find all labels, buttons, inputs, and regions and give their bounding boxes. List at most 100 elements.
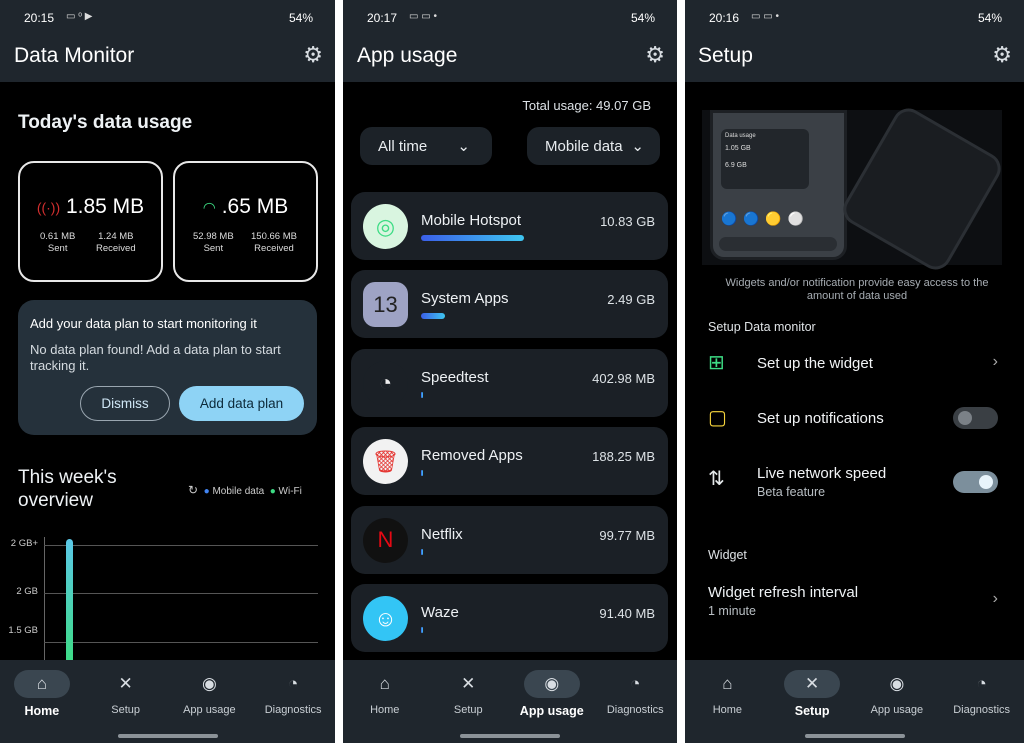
legend-mobile: Mobile data: [212, 486, 265, 497]
status-time: 20:15: [24, 11, 55, 25]
status-icons: ▭ ▭ •: [751, 11, 779, 22]
mobile-sent: 0.61 MB: [40, 231, 76, 242]
nav-home[interactable]: ⌂ Home: [0, 660, 84, 718]
mobile-usage-card[interactable]: ((·)) 1.85 MB 0.61 MB Sent 1.24 MB Receive…: [18, 161, 163, 282]
nav-app-usage[interactable]: ◉ App usage: [167, 660, 251, 716]
received-label: Received: [96, 243, 136, 254]
sent-label: Sent: [203, 243, 224, 254]
battery-level: 54%: [977, 11, 1002, 25]
gear-icon[interactable]: ⚙: [992, 42, 1012, 68]
app-icon: ◔: [363, 360, 408, 406]
app-usage-screen: 20:17 ▭ ▭ • 54% App usage ⚙ Total usage:…: [343, 0, 677, 743]
android-icon: ◉: [889, 674, 905, 693]
gridline: [44, 545, 318, 546]
live-speed-row[interactable]: ⇅ Live network speed Beta feature: [708, 462, 1004, 502]
widget-preview-image: Data usage 1.05 GB 6.9 GB 🔵🔵🟡⚪: [702, 102, 1007, 276]
nav-home[interactable]: ⌂ Home: [685, 660, 769, 716]
status-icons: ▭ ᵒ ▶: [66, 11, 93, 22]
chart-legend: ↻ ● Mobile data ● Wi-Fi: [188, 483, 302, 497]
nav-setup[interactable]: ✕ Setup: [770, 660, 854, 718]
wifi-usage-card[interactable]: ◠ .65 MB 52.98 MB Sent 150.66 MB Received: [173, 161, 318, 282]
status-icons: ▭ ▭ •: [409, 11, 437, 22]
app-usage-value: 99.77 MB: [599, 527, 655, 543]
setup-widget-row[interactable]: ⊞ Set up the widget ›: [708, 350, 1004, 378]
nav-setup[interactable]: ✕ Setup: [426, 660, 510, 716]
app-item[interactable]: 🗑 Removed Apps 188.25 MB: [351, 427, 668, 496]
setup-notifications-row[interactable]: ▢ Set up notifications: [708, 405, 1004, 433]
app-item[interactable]: N Netflix 99.77 MB: [351, 505, 668, 574]
preview-title: Data usage: [725, 133, 756, 139]
gear-icon[interactable]: ⚙: [645, 42, 665, 68]
app-item[interactable]: 13 System Apps 2.49 GB: [351, 270, 668, 339]
bottom-nav: ⌂ Home ✕ Setup ◉ App usage ◔ Diagnostics: [0, 660, 335, 743]
y-tick-label: 2 GB+: [10, 538, 38, 549]
app-item[interactable]: ☺ Waze 91.40 MB: [351, 584, 668, 652]
sent-label: Sent: [47, 243, 68, 254]
type-value: Mobile data: [545, 137, 623, 155]
gesture-handle: [460, 734, 560, 738]
status-time: 20:16: [709, 11, 740, 25]
speedometer-icon: ◔: [976, 674, 987, 693]
nav-label: App usage: [183, 704, 236, 716]
refresh-value: 1 minute: [708, 604, 756, 618]
page-title: Setup: [698, 44, 753, 67]
app-bar: 20:15 ▭ ᵒ ▶ 54% Data Monitor ⚙: [0, 0, 335, 82]
gesture-handle: [117, 734, 218, 738]
app-bar: 20:16 ▭ ▭ • 54% Setup ⚙: [685, 0, 1024, 82]
wifi-sent: 52.98 MB: [193, 231, 234, 242]
chevron-down-icon: ⌄: [457, 138, 470, 155]
nav-label: Diagnostics: [953, 704, 1011, 716]
preview-mobile: 1.05 GB: [725, 145, 751, 152]
period-dropdown[interactable]: All time ⌄: [360, 127, 492, 165]
home-icon: ⌂: [722, 674, 733, 693]
nav-label: Diagnostics: [264, 704, 322, 716]
mobile-total: 1.85 MB: [65, 195, 145, 218]
week-title: This week's overview: [18, 467, 117, 511]
nav-label: Home: [712, 704, 743, 716]
gesture-handle: [804, 734, 905, 738]
legend-wifi: Wi-Fi: [278, 486, 302, 497]
gridline: [44, 642, 318, 643]
notifications-label: Set up notifications: [757, 410, 884, 427]
battery-level: 54%: [630, 11, 655, 25]
app-usage-value: 91.40 MB: [599, 606, 655, 621]
nav-app-usage[interactable]: ◉ App usage: [855, 660, 939, 716]
add-data-plan-button[interactable]: Add data plan: [179, 386, 304, 421]
nav-label: App usage: [519, 704, 584, 718]
data-type-dropdown[interactable]: Mobile data ⌄: [527, 127, 660, 165]
dismiss-button[interactable]: Dismiss: [80, 386, 170, 421]
notifications-toggle[interactable]: [953, 407, 998, 429]
app-item[interactable]: ◔ Speedtest 402.98 MB: [351, 348, 668, 417]
app-item[interactable]: ◎ Mobile Hotspot 10.83 GB: [351, 192, 668, 260]
refresh-label: Widget refresh interval: [708, 584, 859, 601]
nav-diagnostics[interactable]: ◔ Diagnostics: [251, 660, 335, 716]
widgets-icon: ⊞: [708, 352, 725, 374]
nav-label: Home: [24, 704, 60, 718]
refresh-icon[interactable]: ↻: [188, 483, 198, 497]
y-tick-label: 2 GB: [16, 586, 38, 597]
gridline: [44, 593, 318, 594]
chevron-right-icon: ›: [992, 590, 998, 607]
today-title: Today's data usage: [18, 112, 193, 133]
live-speed-sub: Beta feature: [757, 485, 826, 499]
app-icon: N: [363, 517, 408, 563]
status-time: 20:17: [367, 11, 398, 25]
antenna-icon: ((·)): [36, 199, 61, 216]
notification-icon: ▢: [708, 407, 727, 429]
gear-icon[interactable]: ⚙: [303, 42, 323, 68]
app-icon: ☺: [363, 596, 408, 641]
section-widget: Widget: [708, 548, 747, 562]
plan-body: No data plan found! Add a data plan to s…: [30, 342, 281, 373]
received-label: Received: [254, 243, 294, 254]
setup-widget-label: Set up the widget: [757, 355, 873, 372]
nav-diagnostics[interactable]: ◔ Diagnostics: [940, 660, 1024, 716]
mobile-received: 1.24 MB: [98, 231, 134, 242]
nav-diagnostics[interactable]: ◔ Diagnostics: [593, 660, 677, 716]
nav-app-usage[interactable]: ◉ App usage: [510, 660, 594, 718]
nav-setup[interactable]: ✕ Setup: [84, 660, 168, 716]
home-icon: ⌂: [379, 674, 390, 693]
refresh-interval-row[interactable]: Widget refresh interval 1 minute ›: [708, 583, 1004, 623]
live-speed-toggle[interactable]: [953, 471, 998, 493]
chevron-right-icon: ›: [992, 353, 998, 370]
nav-home[interactable]: ⌂ Home: [343, 660, 427, 716]
